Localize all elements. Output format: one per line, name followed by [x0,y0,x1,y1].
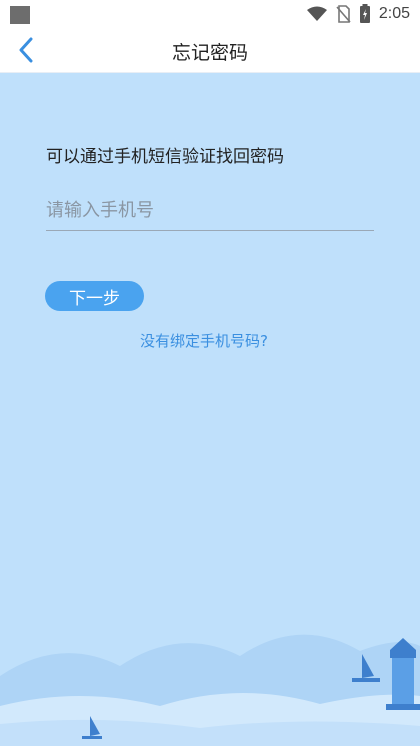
phone-number-input[interactable] [46,190,374,231]
status-time: 2:05 [378,5,410,22]
unbound-phone-link[interactable]: 没有绑定手机号码? [140,330,268,351]
notification-icon [10,6,30,24]
wifi-icon [306,6,327,21]
main-content: 可以通过手机短信验证找回密码 下一步 没有绑定手机号码? [0,72,420,746]
app-bar: 忘记密码 [0,28,420,73]
no-sim-icon [336,5,351,23]
seascape-illustration [0,634,420,746]
status-bar: 2:05 [0,0,420,28]
status-icons: 2:05 [306,4,410,24]
battery-icon [359,4,370,23]
next-step-button[interactable]: 下一步 [45,281,144,311]
page-title: 忘记密码 [171,42,248,64]
instruction-text: 可以通过手机短信验证找回密码 [46,147,284,167]
